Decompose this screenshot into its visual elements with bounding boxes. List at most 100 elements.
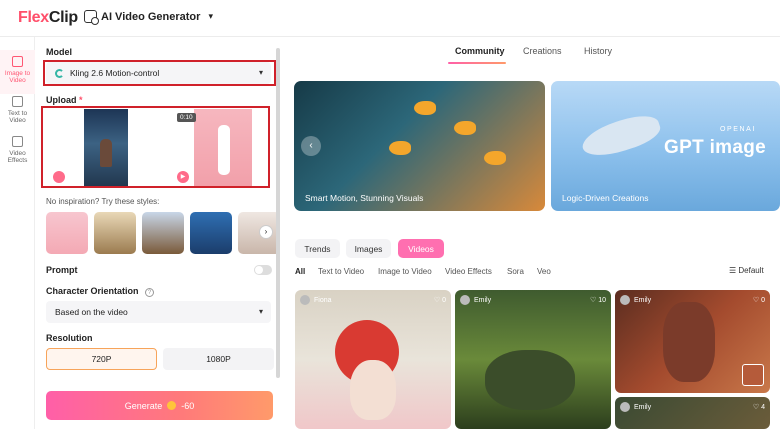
avatar [300, 295, 310, 305]
video-card[interactable]: Emily ♡ 10 [455, 290, 611, 429]
filter-video-effects[interactable]: Video Effects [445, 267, 492, 276]
style-preset[interactable] [46, 212, 88, 254]
resolution-option-720p[interactable]: 720P [46, 348, 157, 370]
resolution-label: Resolution [46, 333, 93, 343]
goldfish-shape [414, 101, 436, 115]
upload-label: Upload * [46, 95, 83, 105]
generator-selector[interactable]: AI Video Generator ▾ [84, 10, 213, 25]
chevron-down-icon: ▾ [208, 11, 213, 21]
prompt-toggle[interactable] [254, 265, 272, 275]
filter-text-to-video[interactable]: Text to Video [318, 267, 364, 276]
nav-video-effects[interactable]: Video Effects [0, 136, 35, 164]
avatar [620, 402, 630, 412]
nav-label-line1: Text to [7, 110, 28, 117]
avatar [460, 295, 470, 305]
required-mark: * [79, 95, 83, 105]
style-hint: No inspiration? Try these styles: [46, 197, 160, 206]
flexclip-logo[interactable]: FlexClip [18, 9, 78, 27]
text-to-video-icon [12, 96, 23, 107]
model-label: Model [46, 47, 72, 57]
nav-label-line2: Video [9, 77, 26, 84]
geisha-face-shape [350, 360, 396, 420]
orientation-value: Based on the video [55, 307, 128, 317]
prompt-label: Prompt [46, 265, 78, 275]
tab-creations[interactable]: Creations [523, 46, 562, 56]
sort-icon: ☰ [729, 266, 737, 275]
resolution-option-1080p[interactable]: 1080P [163, 348, 274, 370]
card-user: Emily [634, 296, 652, 304]
model-highlight-box [43, 60, 276, 86]
video-card[interactable]: Emily ♡ 0 [615, 290, 770, 393]
filter-veo[interactable]: Veo [537, 267, 551, 276]
chip-images[interactable]: Images [346, 239, 391, 258]
style-preset[interactable] [94, 212, 136, 254]
tab-community[interactable]: Community [455, 46, 505, 56]
goldfish-shape [389, 141, 411, 155]
like-count[interactable]: ♡ 0 [753, 296, 765, 304]
generate-button[interactable]: Generate -60 [46, 391, 273, 420]
chip-trends[interactable]: Trends [295, 239, 340, 258]
banner-caption: Smart Motion, Stunning Visuals [305, 193, 424, 203]
banner-gpt-image[interactable]: OPENAI GPT image Logic-Driven Creations [551, 81, 780, 211]
settings-panel: Model Kling 2.6 Motion-control ▾ Upload … [36, 37, 282, 429]
chevron-left-icon[interactable]: ‹ [301, 136, 321, 156]
banner-title: GPT image [664, 137, 766, 158]
sort-dropdown[interactable]: ☰ Default [729, 266, 764, 275]
credit-coin-icon [167, 401, 177, 410]
video-card[interactable]: Emily ♡ 4 [615, 397, 770, 429]
like-count[interactable]: ♡ 4 [753, 403, 765, 411]
warrior-shape [663, 302, 715, 382]
left-navigation: Image to Video Text to Video Video Effec… [0, 37, 35, 429]
like-count[interactable]: ♡ 0 [434, 296, 446, 304]
upload-label-text: Upload [46, 95, 77, 105]
chevron-down-icon: ▾ [258, 307, 263, 316]
nav-image-to-video[interactable]: Image to Video [0, 56, 35, 84]
tab-history[interactable]: History [584, 46, 612, 56]
like-number: 4 [761, 404, 765, 411]
nav-label-line1: Video [9, 150, 26, 157]
filter-all[interactable]: All [295, 267, 305, 276]
video-effects-icon [12, 136, 23, 147]
style-preset[interactable] [190, 212, 232, 254]
chip-videos[interactable]: Videos [398, 239, 444, 258]
card-user: Fiona [314, 296, 332, 304]
sort-label: Default [738, 266, 764, 275]
filter-image-to-video[interactable]: Image to Video [378, 267, 432, 276]
video-card[interactable]: Fiona ♡ 0 [295, 290, 451, 429]
nav-label-line2: Video [9, 117, 26, 124]
whale-shape [578, 109, 664, 163]
style-preset[interactable] [142, 212, 184, 254]
logo-text-flex: Flex [18, 9, 49, 26]
avatar [620, 295, 630, 305]
crocodile-shape [485, 350, 575, 410]
card-header: Emily ♡ 0 [620, 294, 765, 306]
orientation-select[interactable]: Based on the video ▾ [46, 301, 271, 323]
banner-smart-motion[interactable]: ‹ Smart Motion, Stunning Visuals [294, 81, 545, 211]
image-to-video-icon [12, 56, 23, 67]
filter-sora[interactable]: Sora [507, 267, 524, 276]
nav-text-to-video[interactable]: Text to Video [0, 96, 35, 124]
nav-label-line1: Image to [4, 70, 31, 77]
card-header: Emily ♡ 4 [620, 401, 765, 413]
top-bar: FlexClip AI Video Generator ▾ [0, 0, 780, 37]
goldfish-shape [454, 121, 476, 135]
ai-video-icon [84, 10, 99, 25]
card-user: Emily [474, 296, 492, 304]
logo-text-clip: Clip [48, 9, 78, 26]
like-number: 0 [761, 297, 765, 304]
top-tabs: Community Creations History [283, 37, 780, 65]
active-tab-indicator [448, 62, 506, 64]
like-count[interactable]: ♡ 10 [590, 296, 606, 304]
style-presets [46, 212, 276, 256]
main-content: Community Creations History ‹ Smart Moti… [283, 37, 780, 429]
like-number: 10 [598, 297, 606, 304]
card-header: Fiona ♡ 0 [300, 294, 446, 306]
goldfish-shape [484, 151, 506, 165]
chevron-right-icon[interactable]: › [259, 225, 273, 239]
panel-scrollbar[interactable] [276, 48, 280, 378]
help-icon[interactable]: ? [145, 288, 155, 297]
credit-cost: -60 [181, 400, 195, 411]
banner-brand: OPENAI [719, 126, 756, 133]
nav-label-line2: Effects [7, 157, 28, 164]
upload-highlight-box [41, 106, 270, 188]
